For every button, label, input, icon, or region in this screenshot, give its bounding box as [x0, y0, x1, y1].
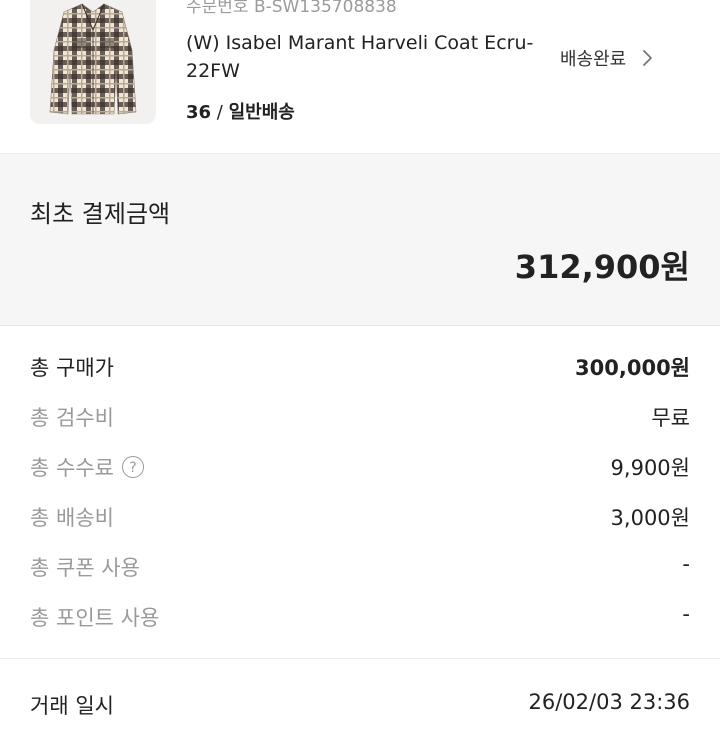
product-size: 36 [186, 102, 212, 123]
product-summary[interactable]: 주문번호 B-SW135708838 (W) Isabel Marant Har… [0, 0, 720, 154]
chevron-right-icon [643, 50, 653, 66]
breakdown-row-commission: 총 수수료 ? 9,900원 [0, 444, 720, 494]
shipping-type: 일반배송 [228, 102, 295, 123]
initial-payment-panel: 최초 결제금액 312,900원 [0, 154, 720, 326]
help-icon[interactable]: ? [121, 456, 144, 478]
breakdown-value: 3,000원 [610, 506, 690, 530]
payment-breakdown: 총 구매가 300,000원 총 검수비 무료 총 수수료 ? 9,900원 총… [0, 344, 720, 644]
breakdown-label: 총 포인트 사용 [30, 606, 160, 630]
option-separator: / [211, 102, 229, 123]
breakdown-label: 총 구매가 [30, 356, 114, 380]
breakdown-value: 300,000원 [575, 356, 690, 380]
breakdown-label: 총 배송비 [30, 506, 114, 530]
transaction-value: 26/02/03 23:36 [528, 690, 690, 714]
payment-amount: 312,900원 [514, 248, 690, 286]
breakdown-label-group: 총 수수료 ? [30, 452, 144, 482]
product-option: 36 / 일반배송 [186, 98, 295, 124]
breakdown-row-inspection-fee: 총 검수비 무료 [0, 394, 720, 444]
product-name: (W) Isabel Marant Harveli Coat Ecru- 22F… [186, 32, 534, 82]
breakdown-value: - [682, 602, 690, 626]
payment-title: 최초 결제금액 [30, 200, 171, 228]
breakdown-label: 총 수수료 [30, 456, 114, 480]
plaid-coat-image [49, 3, 137, 115]
transaction-datetime-row: 거래 일시 26/02/03 23:36 [0, 690, 720, 730]
breakdown-value: 무료 [651, 406, 690, 430]
breakdown-label: 총 쿠폰 사용 [30, 556, 140, 580]
delivery-status-link[interactable]: 배송완료 [560, 44, 656, 72]
breakdown-row-purchase-price: 총 구매가 300,000원 [0, 344, 720, 394]
transaction-label: 거래 일시 [30, 694, 114, 718]
breakdown-row-coupon: 총 쿠폰 사용 - [0, 544, 720, 594]
breakdown-value: 9,900원 [610, 456, 690, 480]
divider [0, 658, 720, 659]
breakdown-value: - [682, 552, 690, 576]
product-thumbnail[interactable] [30, 0, 156, 124]
order-number: 주문번호 B-SW135708838 [186, 0, 397, 17]
breakdown-label: 총 검수비 [30, 406, 114, 430]
breakdown-row-shipping-fee: 총 배송비 3,000원 [0, 494, 720, 544]
breakdown-row-points: 총 포인트 사용 - [0, 594, 720, 644]
delivery-status: 배송완료 [560, 49, 627, 70]
